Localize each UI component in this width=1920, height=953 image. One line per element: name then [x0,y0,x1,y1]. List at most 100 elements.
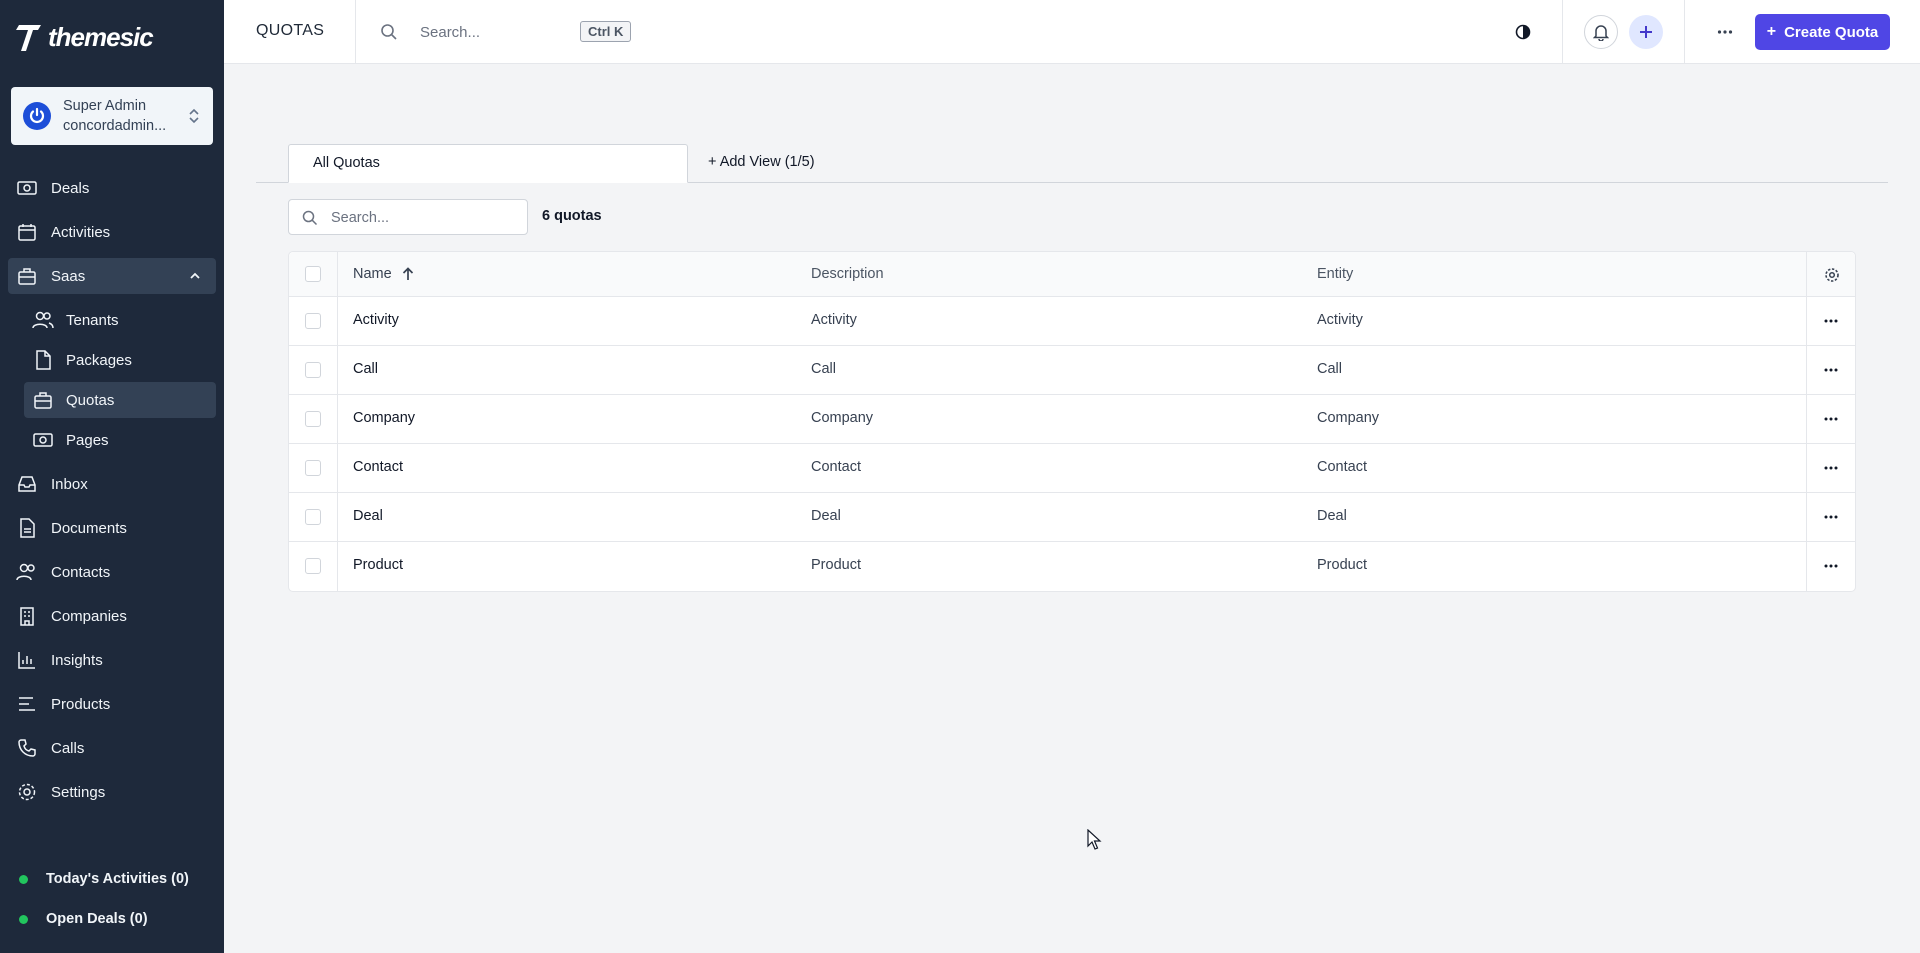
document-icon [32,349,54,371]
row-checkbox[interactable] [305,362,321,378]
inbox-icon [16,473,38,495]
sidebar-item-inbox[interactable]: Inbox [8,466,216,502]
row-actions-icon[interactable] [1824,510,1838,524]
cell-name[interactable]: Company [353,410,415,426]
column-header-entity[interactable]: Entity [1317,266,1353,282]
row-actions-icon[interactable] [1824,412,1838,426]
sidebar: themesic Super Admin concordadmin... Dea… [0,0,224,953]
table-row[interactable]: Deal Deal Deal [289,493,1855,542]
table-row[interactable]: Company Company Company [289,395,1855,444]
todays-activities-link[interactable]: Today's Activities (0) [19,868,189,890]
cell-entity: Company [1317,410,1380,426]
divider [355,0,356,64]
gear-icon [16,781,38,803]
sidebar-item-label: Inbox [51,475,88,493]
page-title: QUOTAS [256,22,325,39]
quick-create-button[interactable] [1629,15,1663,49]
row-checkbox[interactable] [305,558,321,574]
cell-description: Contact [811,459,861,475]
shortcut-badge: Ctrl K [580,21,632,42]
footer-label: Today's Activities (0) [46,871,189,887]
sidebar-item-label: Tenants [66,311,119,329]
select-all-checkbox[interactable] [305,266,321,282]
money-icon [16,177,38,199]
user-switcher[interactable]: Super Admin concordadmin... [11,87,213,145]
column-header-description[interactable]: Description [811,266,884,282]
logo-icon [16,25,41,51]
sidebar-item-label: Companies [51,607,127,625]
user-name: Super Admin [63,98,147,114]
table-row[interactable]: Activity Activity Activity [289,297,1855,346]
cell-entity: Product [1317,557,1367,573]
status-dot [19,914,28,924]
logo[interactable]: themesic [16,16,154,58]
row-actions-icon[interactable] [1824,461,1838,475]
sidebar-item-label: Contacts [51,563,111,581]
power-icon [23,102,51,130]
sidebar-item-packages[interactable]: Packages [24,342,216,378]
notifications-button[interactable] [1584,15,1618,49]
divider [1684,0,1685,64]
cell-description: Deal [811,508,841,524]
sidebar-item-label: Packages [66,351,132,369]
sidebar-item-label: Documents [51,519,127,537]
logo-text: themesic [48,21,154,52]
theme-toggle-icon[interactable] [1515,24,1531,40]
sidebar-item-companies[interactable]: Companies [8,598,216,634]
global-search-input[interactable] [420,20,580,44]
sidebar-item-documents[interactable]: Documents [8,510,216,546]
sidebar-item-calls[interactable]: Calls [8,730,216,766]
sidebar-item-saas[interactable]: Saas [8,258,216,294]
plus-icon [1640,26,1652,38]
cell-name[interactable]: Deal [353,508,383,524]
document-icon [16,517,38,539]
building-icon [16,605,38,627]
sidebar-item-pages[interactable]: Pages [24,422,216,458]
table-row[interactable]: Contact Contact Contact [289,444,1855,493]
users-icon [32,309,54,331]
sidebar-item-label: Pages [66,431,109,449]
cell-description: Company [811,410,874,426]
row-checkbox[interactable] [305,411,321,427]
row-checkbox[interactable] [305,313,321,329]
sidebar-item-tenants[interactable]: Tenants [24,302,216,338]
gear-icon[interactable] [1824,267,1840,283]
more-options-icon[interactable] [1717,22,1733,42]
sidebar-item-insights[interactable]: Insights [8,642,216,678]
search-icon [302,210,318,226]
sidebar-item-deals[interactable]: Deals [8,170,216,206]
sidebar-item-quotas[interactable]: Quotas [24,382,216,418]
tab-all-quotas[interactable]: All Quotas [288,144,688,183]
briefcase-icon [32,389,54,411]
row-checkbox[interactable] [305,460,321,476]
sidebar-item-activities[interactable]: Activities [8,214,216,250]
table-search-input[interactable] [331,208,511,228]
sidebar-item-products[interactable]: Products [8,686,216,722]
row-actions-icon[interactable] [1824,314,1838,328]
cell-name[interactable]: Product [353,557,403,573]
search-icon [381,24,397,40]
cell-name[interactable]: Contact [353,459,403,475]
cell-name[interactable]: Activity [353,312,399,328]
cell-name[interactable]: Call [353,361,378,377]
table-row[interactable]: Product Product Product [289,542,1855,591]
add-view-button[interactable]: + Add View (1/5) [708,154,815,170]
row-actions-icon[interactable] [1824,363,1838,377]
briefcase-icon [16,265,38,287]
sidebar-item-label: Products [51,695,111,713]
create-quota-button[interactable]: + Create Quota [1755,14,1890,50]
table-row[interactable]: Call Call Call [289,346,1855,395]
sidebar-item-settings[interactable]: Settings [8,774,216,810]
table-search [288,199,528,235]
row-actions-icon[interactable] [1824,559,1838,573]
cell-entity: Activity [1317,312,1363,328]
sidebar-item-label: Quotas [66,391,115,409]
open-deals-link[interactable]: Open Deals (0) [19,908,148,930]
cell-description: Activity [811,312,857,328]
cell-description: Call [811,361,836,377]
column-header-name[interactable]: Name [353,266,414,282]
row-checkbox[interactable] [305,509,321,525]
sidebar-item-label: Settings [51,783,106,801]
sidebar-item-contacts[interactable]: Contacts [8,554,216,590]
cell-entity: Deal [1317,508,1347,524]
